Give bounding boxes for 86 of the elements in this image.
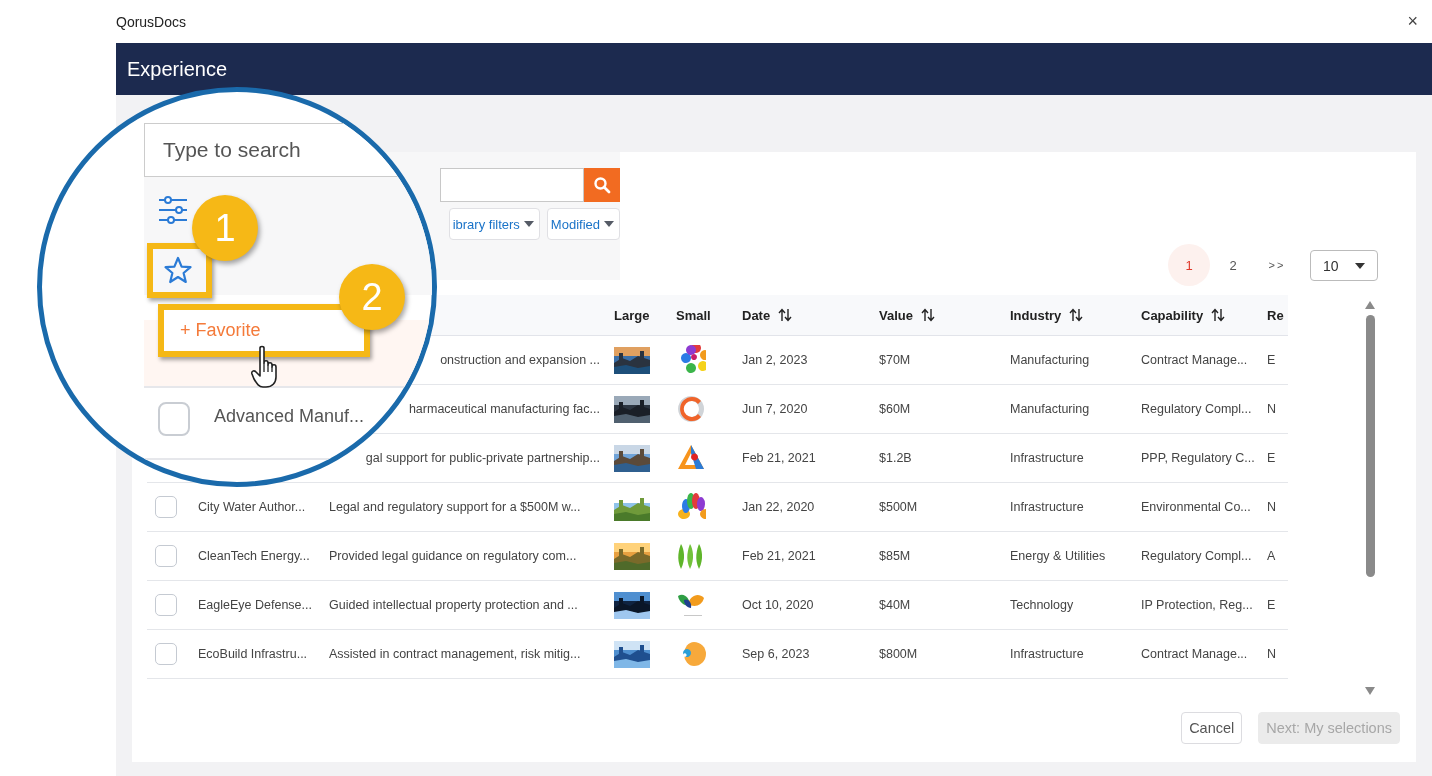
table-cell: Contract Manage... bbox=[1141, 353, 1248, 367]
table-cell: A bbox=[1267, 549, 1276, 563]
petals-logo-icon bbox=[676, 492, 706, 522]
star-icon[interactable] bbox=[163, 256, 193, 284]
table-cell: CleanTech Energy... bbox=[198, 549, 310, 563]
column-header[interactable]: Large bbox=[614, 307, 650, 323]
table-cell: IP Protection, Reg... bbox=[1141, 598, 1253, 612]
table-cell: onstruction and expansion ... bbox=[440, 353, 600, 367]
scroll-up-icon[interactable] bbox=[1365, 301, 1375, 309]
column-header[interactable]: Re bbox=[1267, 307, 1284, 323]
search-button[interactable] bbox=[584, 168, 620, 202]
caret-icon bbox=[1355, 262, 1365, 269]
next-pages-button[interactable]: >> bbox=[1256, 244, 1298, 286]
scroll-down-icon[interactable] bbox=[1365, 687, 1375, 695]
filter-dropdown[interactable]: ibrary filters bbox=[448, 208, 540, 240]
table-cell: Jan 22, 2020 bbox=[742, 500, 815, 514]
table-cell: $85M bbox=[879, 549, 911, 563]
row-checkbox[interactable] bbox=[155, 594, 177, 616]
row-checkbox[interactable] bbox=[158, 402, 190, 436]
table-cell: Environmental Co... bbox=[1141, 500, 1251, 514]
table-cell: gal support for public-private partnership... bbox=[365, 451, 600, 465]
table-cell: harmaceutical manufacturing fac... bbox=[408, 402, 600, 416]
table-cell: EcoBuild Infrastru... bbox=[198, 647, 308, 661]
table-cell: E bbox=[1267, 598, 1276, 612]
table-cell: Energy & Utilities bbox=[1010, 549, 1106, 563]
table-cell: N bbox=[1267, 402, 1277, 416]
sort-icon[interactable] bbox=[778, 308, 793, 322]
row-checkbox[interactable] bbox=[155, 643, 177, 665]
sort-icon[interactable] bbox=[1069, 308, 1084, 322]
filter-sliders-icon[interactable] bbox=[158, 196, 188, 224]
table-cell: $40M bbox=[879, 598, 911, 612]
caret-icon bbox=[604, 221, 614, 227]
table-cell: Technology bbox=[1010, 598, 1074, 612]
header-title: Experience bbox=[127, 57, 228, 81]
table-cell: Guided intellectual property protection and ... bbox=[329, 598, 578, 612]
page-size-select[interactable]: 10 bbox=[1310, 250, 1378, 281]
column-header[interactable]: Capability bbox=[1141, 307, 1226, 323]
table-cell: Legal and regulatory support for a $500M w... bbox=[329, 500, 581, 514]
sort-icon[interactable] bbox=[1211, 308, 1226, 322]
sort-icon[interactable] bbox=[920, 308, 935, 322]
table-cell: Advanced Manuf... bbox=[214, 406, 365, 427]
table-cell: City Water Author... bbox=[198, 500, 306, 514]
table-cell: $1.2B bbox=[879, 451, 912, 465]
table-cell: Feb 21, 2021 bbox=[742, 549, 816, 563]
table-cell: Sep 6, 2023 bbox=[742, 647, 810, 661]
table-cell: Assisted in contract management, risk mitig... bbox=[329, 647, 581, 661]
table-cell: Provided legal guidance on regulatory com... bbox=[329, 549, 577, 563]
caret-icon bbox=[523, 221, 534, 227]
search-icon bbox=[593, 176, 611, 194]
row-checkbox[interactable] bbox=[155, 496, 177, 518]
row-checkbox[interactable] bbox=[155, 545, 177, 567]
ring-logo-icon bbox=[676, 394, 706, 424]
table-cell: $60M bbox=[879, 402, 911, 416]
table-cell: Contract Manage... bbox=[1141, 647, 1248, 661]
window-title: QorusDocs bbox=[116, 13, 187, 30]
table-cell: Infrastructure bbox=[1010, 451, 1084, 465]
table-cell: Regulatory Compl... bbox=[1141, 549, 1252, 563]
table-cell: N bbox=[1267, 500, 1277, 514]
table-cell: $70M bbox=[879, 353, 911, 367]
table-cell: Feb 21, 2021 bbox=[742, 451, 816, 465]
table-cell: Manufacturing bbox=[1010, 402, 1090, 416]
table-cell: PPP, Regulatory C... bbox=[1141, 451, 1255, 465]
table-cell: $800M bbox=[879, 647, 918, 661]
search-field[interactable] bbox=[440, 168, 584, 202]
table-cell: Infrastructure bbox=[1010, 647, 1084, 661]
column-header[interactable]: Industry bbox=[1010, 307, 1084, 323]
page-button[interactable]: 1 bbox=[1168, 244, 1210, 286]
table-cell: EagleEye Defense... bbox=[198, 598, 312, 612]
table-cell: E bbox=[1267, 451, 1276, 465]
close-button[interactable]: × bbox=[1407, 11, 1418, 32]
table-cell: Jun 7, 2020 bbox=[742, 402, 808, 416]
table-cell: $500M bbox=[879, 500, 918, 514]
column-header[interactable]: Value bbox=[879, 307, 935, 323]
table-cell: Jan 2, 2023 bbox=[742, 353, 808, 367]
table-cell: N bbox=[1267, 647, 1277, 661]
filter-dropdown[interactable]: Modified bbox=[546, 208, 620, 240]
table-cell: Regulatory Compl... bbox=[1141, 402, 1252, 416]
column-header[interactable]: Date bbox=[742, 307, 793, 323]
scrollbar-thumb[interactable] bbox=[1365, 315, 1375, 577]
footer-button[interactable]: Cancel bbox=[1181, 712, 1243, 744]
table-cell: Infrastructure bbox=[1010, 500, 1084, 514]
column-header[interactable]: Small bbox=[676, 307, 711, 323]
table-cell: Manufacturing bbox=[1010, 353, 1090, 367]
table-cell: Oct 10, 2020 bbox=[742, 598, 814, 612]
page-button[interactable]: 2 bbox=[1212, 244, 1254, 286]
table-cell: E bbox=[1267, 353, 1276, 367]
